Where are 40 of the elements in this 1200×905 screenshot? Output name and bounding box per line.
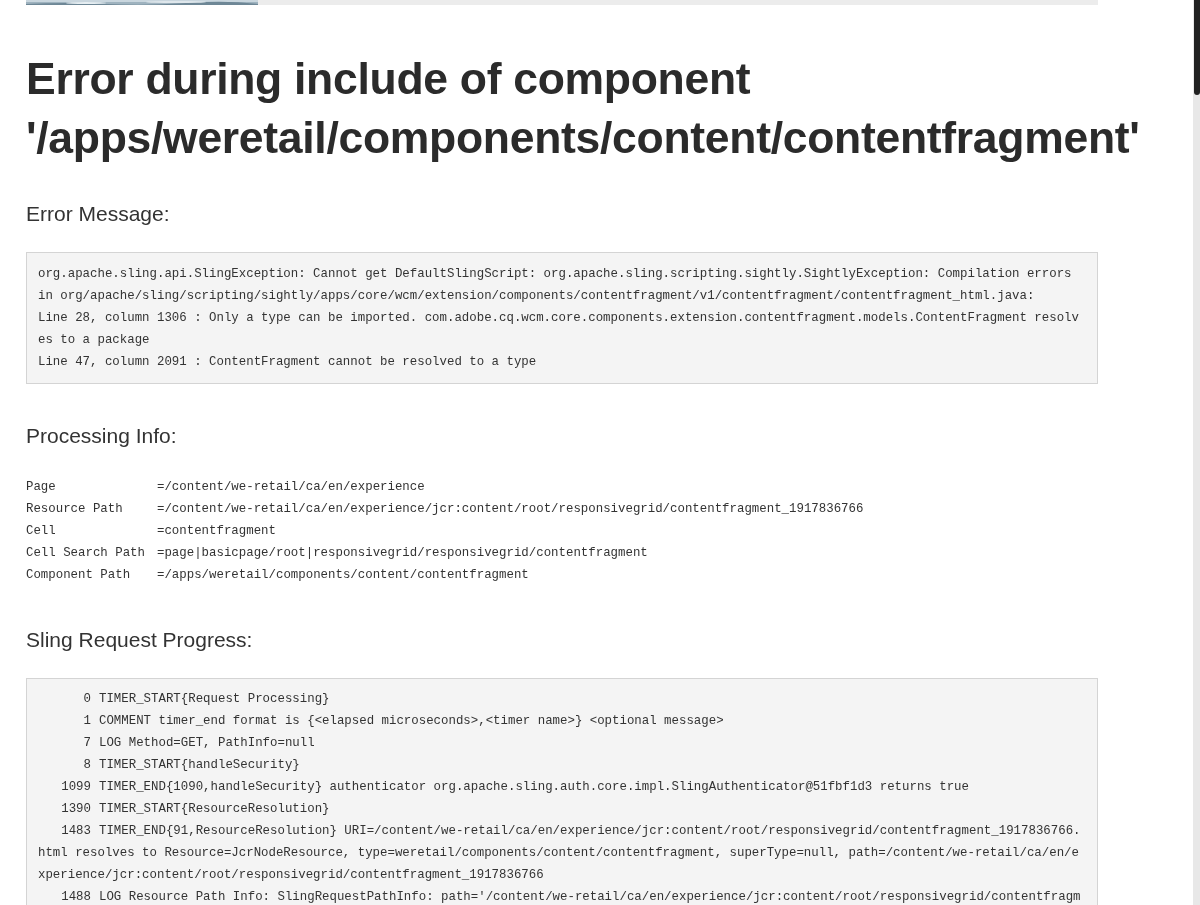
log-text: html resolves to Resource=JcrNodeResource, type=weretail/components/content/contentfragment, superType=null, path=/content/we-retail/ca/en/e: [38, 845, 1079, 862]
info-label: Cell: [26, 523, 57, 540]
page-heading: Error during include of component: [26, 53, 751, 105]
error-text: Line 28, column 1306 : Only a type can be imported. com.adobe.cq.wcm.core.components.extension.contentfragment.models.ContentFragment resolv: [38, 310, 1079, 327]
error-text: Line 47, column 2091 : ContentFragment cannot be resolved to a type: [38, 354, 537, 371]
log-text: TIMER_START{handleSecurity}: [99, 757, 300, 774]
log-time: 8: [82, 757, 91, 774]
info-label: Component Path: [26, 567, 132, 584]
info-label: Cell Search Path: [26, 545, 146, 562]
log-text: LOG Resource Path Info: SlingRequestPathInfo: path='/content/we-retail/ca/en/experience/jcr:content/root/responsivegrid/contentfragm: [99, 889, 1081, 905]
info-value: =page|basicpage/root|responsivegrid/responsivegrid/contentfragment: [157, 545, 648, 562]
section-title: Sling Request Progress:: [26, 627, 254, 653]
info-label: Page: [26, 479, 57, 496]
info-value: =/content/we-retail/ca/en/experience: [157, 479, 425, 496]
log-time: 7: [82, 735, 91, 752]
log-text: TIMER_START{ResourceResolution}: [99, 801, 330, 818]
log-time: 1390: [60, 801, 91, 818]
log-text: LOG Method=GET, PathInfo=null: [99, 735, 315, 752]
log-time: 0: [82, 691, 91, 708]
log-time: 1: [82, 713, 91, 730]
info-label: Resource Path: [26, 501, 124, 518]
error-text: org.apache.sling.api.SlingException: Cannot get DefaultSlingScript: org.apache.sling.scripting.sightly.SightlyException: Compilation errors: [38, 266, 1072, 283]
scrollbar[interactable]: [1193, 0, 1200, 905]
log-text: TIMER_START{Request Processing}: [99, 691, 330, 708]
error-text: es to a package: [38, 332, 150, 349]
log-time: 1483: [60, 823, 91, 840]
log-text: TIMER_END{91,ResourceResolution} URI=/content/we-retail/ca/en/experience/jcr:content/root/responsivegrid/contentfragment_1917836766.: [99, 823, 1081, 840]
error-text: in org/apache/sling/scripting/sightly/apps/core/wcm/extension/components/contentfragment/v1/contentfragment/contentfragment_html.java:: [38, 288, 1035, 305]
page-heading: '/apps/weretail/components/content/contentfragment': [26, 112, 1140, 164]
scrollbar-thumb[interactable]: [1194, 0, 1200, 95]
log-time: 1488: [60, 889, 91, 905]
section-title: Error Message:: [26, 201, 171, 227]
info-value: =contentfragment: [157, 523, 276, 540]
log-text: TIMER_END{1090,handleSecurity} authenticator org.apache.sling.auth.core.impl.SlingAuthenticator@51fbf1d3 returns true: [99, 779, 969, 796]
log-time: 1099: [60, 779, 91, 796]
log-text: COMMENT timer_end format is {<elapsed microseconds>,<timer name>} <optional message>: [99, 713, 724, 730]
log-text: xperience/jcr:content/root/responsivegrid/contentfragment_1917836766: [38, 867, 544, 884]
info-value: =/apps/weretail/components/content/contentfragment: [157, 567, 529, 584]
section-title: Processing Info:: [26, 423, 178, 449]
info-value: =/content/we-retail/ca/en/experience/jcr:content/root/responsivegrid/contentfragment_1917836766: [157, 501, 864, 518]
